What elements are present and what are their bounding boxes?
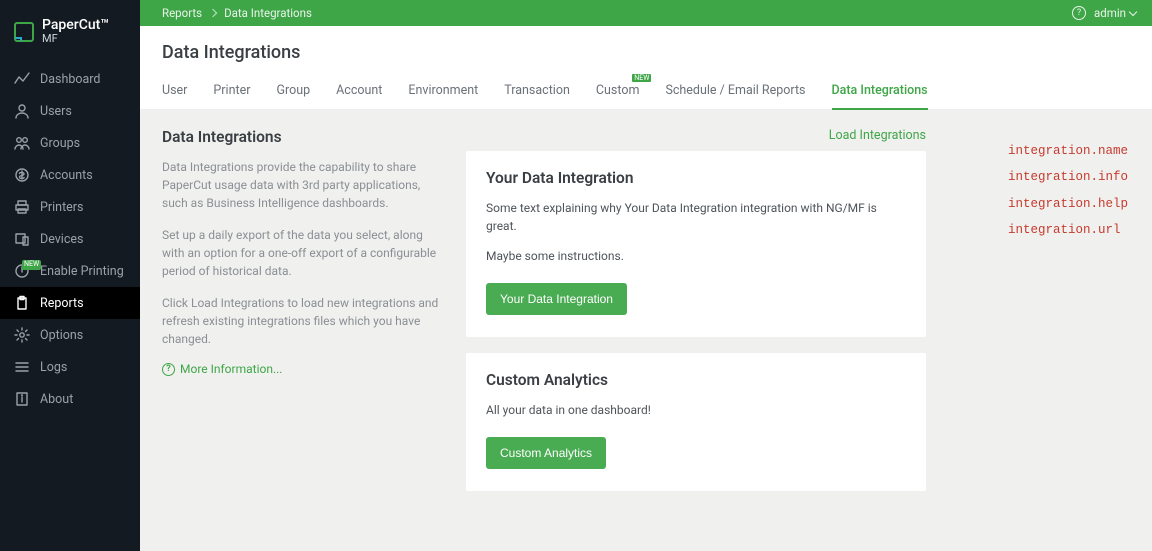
section-title: Data Integrations — [162, 128, 442, 146]
sidebar-item-enable-printing[interactable]: NEW Enable Printing — [0, 255, 140, 287]
tab-label: Data Integrations — [832, 83, 928, 98]
sidebar-item-label: Printers — [40, 200, 83, 215]
brand-logo-icon — [12, 20, 36, 44]
integration-card: Your Data Integration Some text explaini… — [466, 151, 926, 337]
integration-card: Custom Analytics All your data in one da… — [466, 353, 926, 491]
main: Reports Data Integrations ? admin Data I… — [140, 0, 1152, 551]
tab-data-integrations[interactable]: Data Integrations — [832, 83, 928, 110]
options-icon — [14, 327, 30, 343]
device-icon — [14, 231, 30, 247]
page-header: Data Integrations — [140, 26, 1152, 63]
new-badge: NEW — [22, 260, 41, 270]
info-paragraph: Data Integrations provide the capability… — [162, 158, 442, 212]
groups-icon — [14, 135, 30, 151]
breadcrumb-data-integrations[interactable]: Data Integrations — [224, 6, 312, 20]
tab-environment[interactable]: Environment — [408, 83, 478, 108]
sidebar-item-reports[interactable]: Reports — [0, 287, 140, 319]
brand: PaperCut™ MF — [0, 0, 140, 63]
card-text: Maybe some instructions. — [486, 247, 906, 265]
breadcrumb-reports[interactable]: Reports — [162, 6, 202, 20]
sidebar-item-about[interactable]: About — [0, 383, 140, 415]
info-paragraph: Click Load Integrations to load new inte… — [162, 294, 442, 348]
about-icon — [14, 391, 30, 407]
annotation-text: integration.info — [1008, 164, 1128, 190]
tab-schedule-email-reports[interactable]: Schedule / Email Reports — [665, 83, 805, 108]
sidebar-item-logs[interactable]: Logs — [0, 351, 140, 383]
tab-label: Schedule / Email Reports — [665, 83, 805, 98]
annotation-text: integration.url — [1008, 217, 1128, 243]
tab-label: Group — [276, 83, 310, 98]
sidebar: PaperCut™ MF Dashboard Users Groups Acco… — [0, 0, 140, 551]
sidebar-item-devices[interactable]: Devices — [0, 223, 140, 255]
breadcrumb: Reports Data Integrations — [162, 6, 312, 20]
tab-label: Transaction — [504, 83, 570, 98]
user-name: admin — [1094, 6, 1126, 20]
tab-transaction[interactable]: Transaction — [504, 83, 570, 108]
sidebar-item-label: Reports — [40, 296, 84, 311]
accounts-icon — [14, 167, 30, 183]
tab-label: Printer — [213, 83, 250, 98]
sidebar-item-label: Groups — [40, 136, 80, 151]
info-column: Data Integrations Data Integrations prov… — [162, 128, 442, 533]
more-info-link[interactable]: ? More Information... — [162, 362, 442, 376]
annotation-text: integration.name — [1008, 138, 1128, 164]
sidebar-item-label: Devices — [40, 232, 83, 247]
card-text: Some text explaining why Your Data Integ… — [486, 199, 906, 235]
reports-icon — [14, 295, 30, 311]
sidebar-item-users[interactable]: Users — [0, 95, 140, 127]
custom-analytics-button[interactable]: Custom Analytics — [486, 437, 606, 469]
sidebar-item-dashboard[interactable]: Dashboard — [0, 63, 140, 95]
logs-icon — [14, 359, 30, 375]
printer-icon — [14, 199, 30, 215]
your-data-integration-button[interactable]: Your Data Integration — [486, 283, 627, 315]
chevron-down-icon — [1129, 7, 1137, 15]
tab-group[interactable]: Group — [276, 83, 310, 108]
tabs: User Printer Group Account Environment Transa… — [140, 63, 1152, 110]
more-info-label: More Information... — [180, 362, 282, 376]
topbar: Reports Data Integrations ? admin — [140, 0, 1152, 26]
card-text: All your data in one dashboard! — [486, 401, 906, 419]
annotation-text: integration.help — [1008, 191, 1128, 217]
card-title: Custom Analytics — [486, 371, 906, 389]
sidebar-item-label: Logs — [40, 360, 67, 375]
tab-account[interactable]: Account — [336, 83, 382, 108]
sidebar-item-label: Users — [40, 104, 72, 119]
sidebar-item-accounts[interactable]: Accounts — [0, 159, 140, 191]
question-icon: ? — [162, 363, 175, 376]
sidebar-item-label: Options — [40, 328, 83, 343]
tab-label: Custom — [596, 83, 640, 98]
dev-annotations: integration.name integration.info integr… — [1008, 138, 1128, 243]
tab-label: Environment — [408, 83, 478, 98]
sidebar-item-label: About — [40, 392, 73, 407]
sidebar-item-label: Enable Printing — [40, 264, 124, 279]
page-title: Data Integrations — [162, 42, 1130, 63]
cards-column: Load Integrations Your Data Integration … — [466, 128, 926, 533]
user-icon — [14, 103, 30, 119]
tab-printer[interactable]: Printer — [213, 83, 250, 108]
user-menu[interactable]: admin — [1094, 6, 1136, 20]
help-icon[interactable]: ? — [1072, 6, 1086, 20]
sidebar-item-groups[interactable]: Groups — [0, 127, 140, 159]
tab-label: Account — [336, 83, 382, 98]
content: Data Integrations Data Integrations prov… — [140, 110, 1152, 551]
brand-name: PaperCut™ MF — [42, 18, 109, 45]
tab-user[interactable]: User — [162, 83, 187, 108]
sidebar-item-label: Dashboard — [40, 72, 100, 87]
dashboard-icon — [14, 71, 30, 87]
sidebar-item-label: Accounts — [40, 168, 93, 183]
tab-label: User — [162, 83, 187, 98]
load-integrations-link[interactable]: Load Integrations — [466, 128, 926, 143]
sidebar-item-printers[interactable]: Printers — [0, 191, 140, 223]
new-badge: NEW — [632, 74, 651, 82]
tab-custom[interactable]: CustomNEW — [596, 83, 640, 108]
sidebar-item-options[interactable]: Options — [0, 319, 140, 351]
card-title: Your Data Integration — [486, 169, 906, 187]
info-paragraph: Set up a daily export of the data you se… — [162, 226, 442, 280]
chevron-right-icon — [209, 9, 217, 17]
